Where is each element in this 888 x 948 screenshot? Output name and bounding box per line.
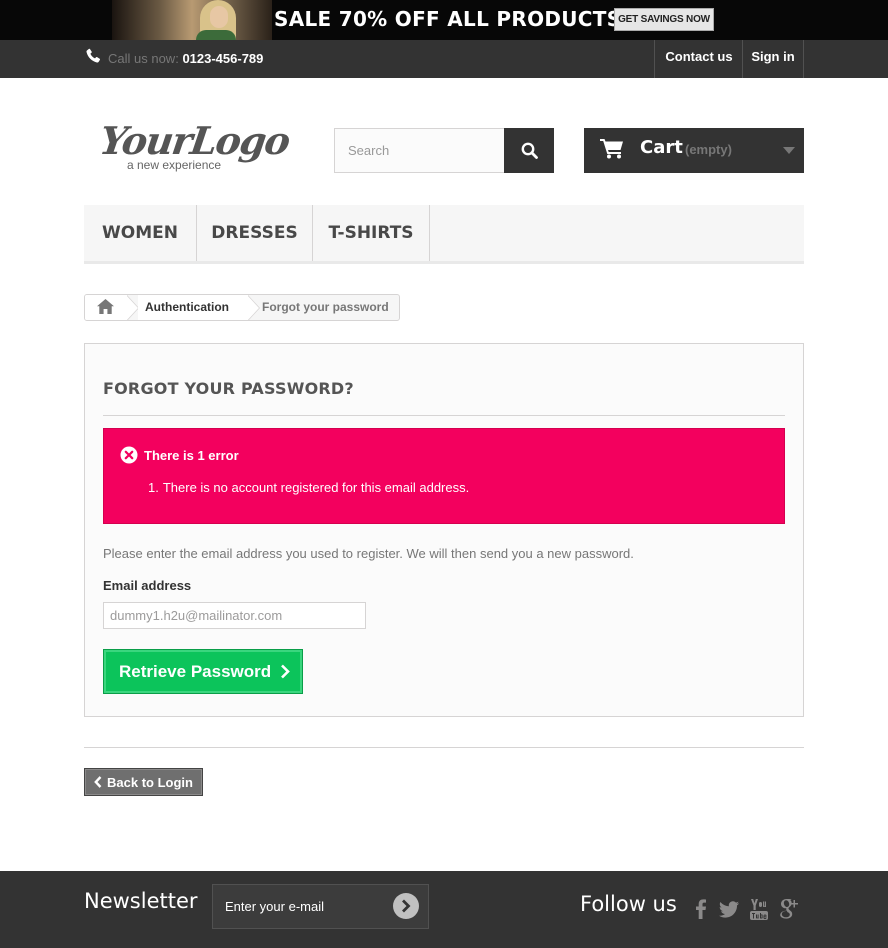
home-icon xyxy=(97,299,114,314)
breadcrumb-authentication[interactable]: Authentication xyxy=(145,300,229,314)
error-circle-icon xyxy=(120,446,138,464)
cart-dropdown[interactable]: Cart (empty) xyxy=(584,128,804,173)
page-title: FORGOT YOUR PASSWORD? xyxy=(103,379,354,398)
menu-item-dresses[interactable]: DRESSES xyxy=(197,205,313,261)
retrieve-password-label: Retrieve Password xyxy=(119,661,272,681)
cart-status: (empty) xyxy=(685,142,732,157)
error-list-item: 1. There is no account registered for thi… xyxy=(148,480,469,495)
menu-item-women[interactable]: WOMEN xyxy=(84,205,197,261)
chevron-left-icon xyxy=(94,776,102,788)
youtube-icon[interactable] xyxy=(748,898,770,920)
chevron-right-icon xyxy=(281,664,290,679)
get-savings-button[interactable]: GET SAVINGS NOW xyxy=(614,8,714,31)
logo-wordmark: YourLogo xyxy=(96,118,292,163)
heading-divider xyxy=(103,415,785,416)
newsletter-submit-button[interactable] xyxy=(393,893,419,919)
error-message: There is no account registered for this … xyxy=(162,480,470,495)
retrieve-password-button[interactable]: Retrieve Password xyxy=(103,649,303,694)
instructions-text: Please enter the email address you used … xyxy=(103,546,634,561)
forgot-password-panel: FORGOT YOUR PASSWORD? There is 1 error 1… xyxy=(84,343,804,717)
logo-tagline: a new experience xyxy=(127,158,222,172)
email-label: Email address xyxy=(103,578,192,593)
newsletter-title: Newsletter xyxy=(84,889,198,913)
site-logo[interactable]: YourLogo a new experience xyxy=(97,118,292,178)
caret-down-icon xyxy=(783,147,795,154)
main-menu: WOMEN DRESSES T-SHIRTS xyxy=(84,205,804,264)
google-plus-icon[interactable] xyxy=(778,898,800,920)
back-to-login-label: Back to Login xyxy=(107,774,193,790)
email-field[interactable] xyxy=(103,602,366,629)
banner-headline: SALE 70% OFF ALL PRODUCTS xyxy=(274,7,622,31)
contact-us-link[interactable]: Contact us xyxy=(654,40,743,78)
promo-banner[interactable]: SALE 70% OFF ALL PRODUCTS GET SAVINGS NO… xyxy=(0,0,888,40)
error-number: 1. xyxy=(148,480,159,495)
call-prefix: Call us now: xyxy=(108,51,179,66)
top-nav-bar: Call us now: 0123-456-789 Contact us Sig… xyxy=(0,40,888,78)
page-divider xyxy=(84,747,804,748)
facebook-icon[interactable] xyxy=(690,898,712,920)
error-title: There is 1 error xyxy=(144,448,239,463)
arrow-right-icon xyxy=(402,899,411,913)
search-button[interactable] xyxy=(504,128,554,173)
phone-number: 0123-456-789 xyxy=(182,51,264,66)
shopping-cart-icon xyxy=(600,139,623,159)
search-icon xyxy=(521,142,538,159)
cart-label: Cart xyxy=(640,137,683,158)
back-to-login-button[interactable]: Back to Login xyxy=(84,768,203,796)
error-alert: There is 1 error 1. There is no account r… xyxy=(103,428,785,524)
sign-in-link[interactable]: Sign in xyxy=(742,40,804,78)
banner-model-image xyxy=(112,0,272,40)
breadcrumb-separator-inner xyxy=(126,295,138,320)
breadcrumb-separator-inner xyxy=(247,295,259,320)
phone-icon xyxy=(86,48,101,63)
breadcrumb: Authentication Forgot your password xyxy=(84,294,400,321)
footer: Newsletter Follow us xyxy=(0,871,888,948)
search-input[interactable] xyxy=(334,128,505,173)
breadcrumb-home[interactable] xyxy=(85,295,127,320)
phone-line: Call us now: 0123-456-789 xyxy=(108,51,263,66)
menu-item-t-shirts[interactable]: T-SHIRTS xyxy=(313,205,430,261)
follow-us-title: Follow us xyxy=(580,892,677,916)
breadcrumb-current: Forgot your password xyxy=(262,300,389,314)
twitter-icon[interactable] xyxy=(718,898,740,920)
